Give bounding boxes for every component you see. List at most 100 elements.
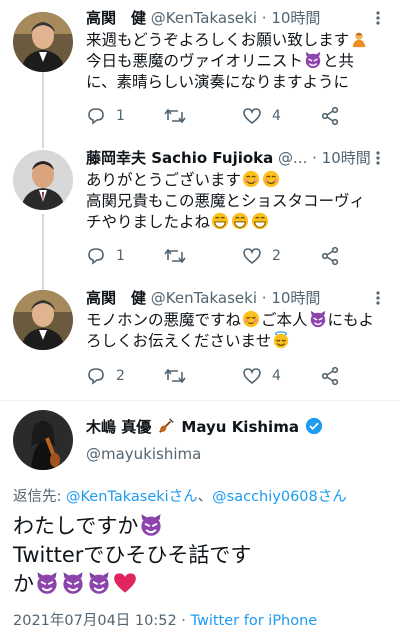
more-options-icon[interactable]	[370, 290, 386, 306]
tweet-meta: 2021年07月04日 10:52 · Twitter for iPhone	[13, 609, 317, 630]
author-handle[interactable]: @...	[278, 149, 307, 167]
more-options-icon[interactable]	[370, 150, 386, 166]
reply-icon	[88, 368, 104, 385]
author-name-suffix[interactable]: Mayu Kishima	[181, 418, 299, 436]
tweet[interactable]: 高関 健 @KenTakaseki · 10時間 モノホンの悪魔ですね ご本人 にも…	[0, 288, 400, 400]
heart-outline-icon	[243, 368, 261, 385]
share-icon	[321, 366, 339, 386]
tweet-header: 高関 健 @KenTakaseki · 10時間	[86, 288, 320, 308]
devil-emoji-icon	[89, 572, 109, 594]
like-count: 4	[272, 108, 281, 124]
text-line: か	[13, 572, 34, 596]
reply-button[interactable]: 1	[86, 106, 125, 126]
avatar[interactable]	[13, 410, 73, 470]
author-name[interactable]: 高関 健	[86, 9, 146, 27]
grinning-face-emoji-icon	[211, 212, 229, 230]
bowing-person-emoji-icon	[352, 32, 366, 48]
tweet-header: 藤岡幸夫 Sachio Fujioka @... · 10時間	[86, 148, 371, 168]
devil-emoji-icon	[310, 310, 325, 328]
text-line: チやりましたよね	[86, 213, 211, 231]
halo-face-emoji-icon	[273, 331, 289, 349]
avatar[interactable]	[13, 12, 73, 72]
devil-emoji-icon	[37, 572, 57, 594]
reply-separator: 、	[197, 489, 213, 505]
text-line: ご本人	[261, 311, 308, 329]
text-line: と共	[323, 52, 355, 70]
author-name[interactable]: 高関 健	[86, 289, 146, 307]
timestamp[interactable]: · 10時間	[262, 289, 321, 307]
main-tweet-text: わたしですか Twitterでひそひそ話です か	[13, 512, 393, 599]
timestamp[interactable]: · 10時間	[262, 9, 321, 27]
relieved-face-emoji-icon	[242, 310, 260, 328]
text-line: ろしくお伝えくださいませ	[86, 332, 272, 350]
text-line: 今日も悪魔のヴァイオリニスト	[86, 52, 304, 70]
share-button[interactable]	[320, 106, 340, 126]
tweet[interactable]: 藤岡幸夫 Sachio Fujioka @... · 10時間 ありがとうござい…	[0, 148, 400, 278]
reply-count: 2	[116, 368, 125, 384]
author-handle[interactable]: @mayukishima	[86, 445, 201, 463]
share-icon	[321, 106, 339, 126]
retweet-icon	[164, 108, 186, 124]
main-author-row: 木嶋 真優 Mayu Kishima	[86, 416, 324, 437]
text-line: Twitterでひそひそ話です	[13, 543, 252, 567]
devil-emoji-icon	[305, 51, 321, 69]
text-line: ありがとうございます	[86, 171, 242, 189]
retweet-button[interactable]	[164, 366, 186, 386]
tweet-header: 高関 健 @KenTakaseki · 10時間	[86, 8, 320, 28]
retweet-icon	[164, 248, 186, 264]
tweet-text: 来週もどうぞよろしくお願い致します 今日も悪魔のヴァイオリニスト と共 に、素晴ら…	[86, 30, 386, 93]
source-link[interactable]: Twitter for iPhone	[191, 613, 318, 629]
author-name[interactable]: 木嶋 真優	[86, 418, 151, 436]
share-button[interactable]	[320, 366, 340, 386]
reply-button[interactable]: 2	[86, 366, 125, 386]
red-heart-emoji-icon	[114, 573, 136, 593]
devil-emoji-icon	[63, 572, 83, 594]
tweet-text: ありがとうございます 高関兄貴もこの悪魔とショスタコーヴィ チやりましたよね	[86, 170, 386, 233]
post-date: 2021年07月04日 10:52 ·	[13, 613, 191, 629]
reply-prefix: 返信先:	[13, 489, 66, 505]
smiling-face-emoji-icon	[262, 170, 280, 188]
text-line: モノホンの悪魔ですね	[86, 311, 242, 329]
reply-count: 1	[116, 248, 125, 264]
reply-to-line: 返信先: @KenTakasekiさん、@sacchiy0608さん	[13, 485, 347, 506]
grinning-face-emoji-icon	[251, 212, 269, 230]
verified-badge-icon	[305, 417, 323, 435]
like-count: 2	[272, 248, 281, 264]
more-options-icon[interactable]	[370, 10, 386, 26]
text-line: に、素晴らしい演奏になりますように	[86, 73, 350, 91]
text-line: わたしですか	[13, 514, 139, 538]
devil-emoji-icon	[141, 514, 161, 536]
retweet-button[interactable]	[164, 106, 186, 126]
heart-outline-icon	[243, 108, 261, 125]
timestamp[interactable]: · 10時間	[312, 149, 371, 167]
tweet-text: モノホンの悪魔ですね ご本人 にもよ ろしくお伝えくださいませ	[86, 310, 386, 352]
author-handle[interactable]: @KenTakaseki	[151, 289, 257, 307]
violin-emoji-icon	[159, 418, 175, 433]
tweet-actions: 2 4	[86, 366, 346, 386]
avatar[interactable]	[13, 290, 73, 350]
reply-count: 1	[116, 108, 125, 124]
grinning-face-emoji-icon	[231, 212, 249, 230]
tweet-actions: 1 2	[86, 246, 346, 266]
reply-icon	[88, 108, 104, 125]
like-count: 4	[272, 368, 281, 384]
tweet[interactable]: 高関 健 @KenTakaseki · 10時間 来週もどうぞよろしくお願い致し…	[0, 8, 400, 138]
retweet-button[interactable]	[164, 246, 186, 266]
share-icon	[321, 246, 339, 266]
smiling-face-emoji-icon	[242, 170, 260, 188]
author-handle[interactable]: @KenTakaseki	[151, 9, 257, 27]
share-button[interactable]	[320, 246, 340, 266]
reply-button[interactable]: 1	[86, 246, 125, 266]
reply-icon	[88, 248, 104, 265]
like-button[interactable]: 4	[242, 366, 281, 386]
mention-link[interactable]: @KenTakasekiさん	[66, 489, 198, 505]
author-name[interactable]: 藤岡幸夫 Sachio Fujioka	[86, 149, 273, 167]
mention-link[interactable]: @sacchiy0608さん	[212, 489, 347, 505]
divider	[0, 400, 400, 401]
avatar[interactable]	[13, 150, 73, 210]
retweet-icon	[164, 368, 186, 384]
tweet-actions: 1 4	[86, 106, 346, 126]
like-button[interactable]: 2	[242, 246, 281, 266]
text-line: 高関兄貴もこの悪魔とショスタコーヴィ	[86, 192, 366, 210]
like-button[interactable]: 4	[242, 106, 281, 126]
